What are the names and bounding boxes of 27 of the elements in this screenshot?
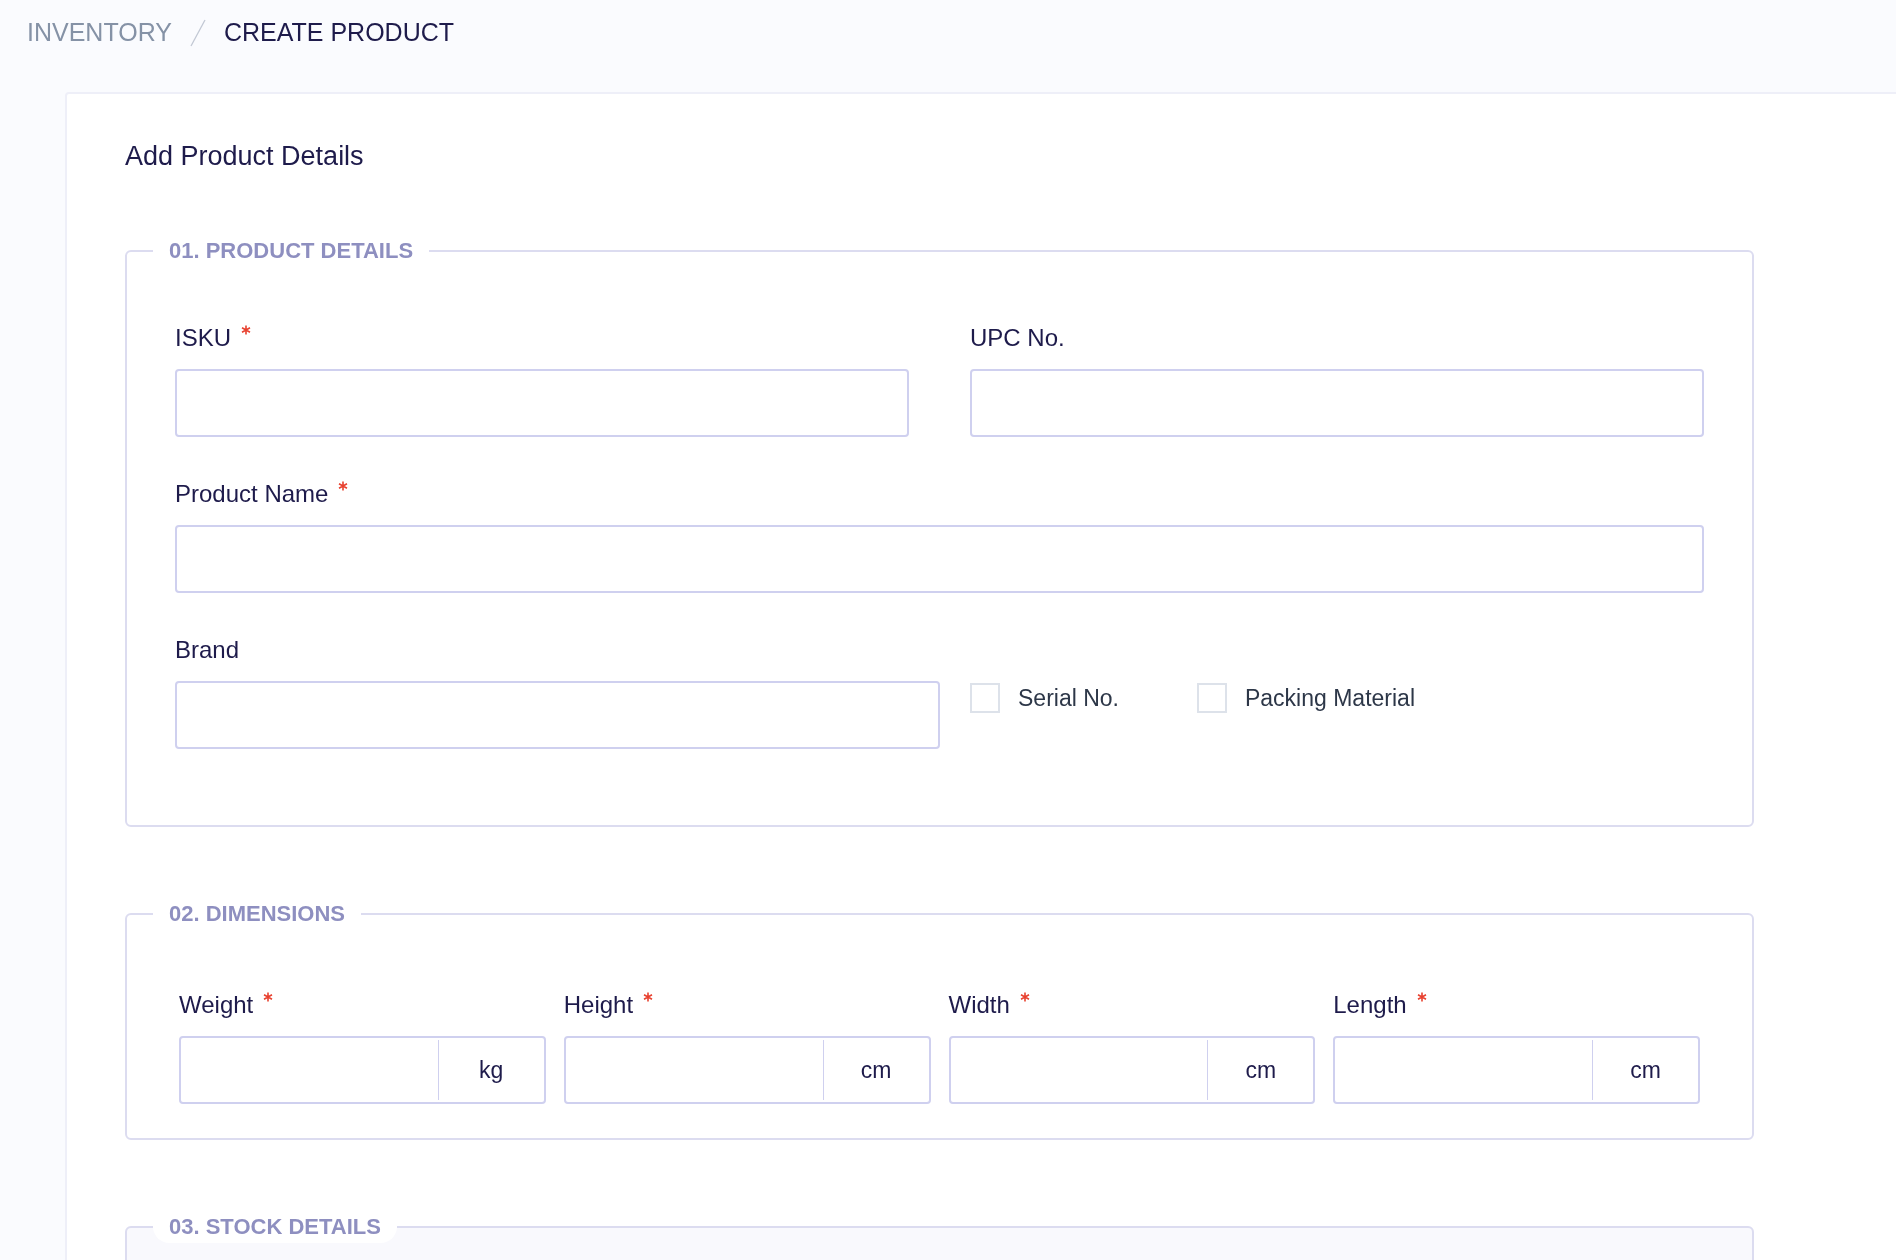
field-label: Width [948,990,1010,1020]
unit-label: kg [479,1055,504,1085]
breadcrumb-link[interactable]: CREATE PRODUCT [223,14,455,52]
field-label: Product Name [175,479,329,509]
checkbox-label: Packing Material [1245,684,1415,713]
text-field[interactable] [175,525,1704,593]
field-label: UPC No. [970,323,1065,353]
unit-label: cm [1630,1055,1661,1085]
card-title: Add Product Details [125,140,365,173]
field-label: Length [1333,990,1407,1020]
breadcrumb-separator-icon [189,19,206,47]
field-label: Height [563,990,634,1020]
field-label: Brand [175,635,240,665]
text-field[interactable] [175,369,909,437]
field-label: Weight [179,990,254,1020]
checkbox[interactable] [970,683,1000,714]
field-label: ISKU [175,323,231,353]
unit-input-field[interactable]: kg [179,1036,546,1104]
checkbox-label: Serial No. [1018,684,1119,713]
unit-label: cm [1245,1055,1277,1085]
unit-label: cm [860,1055,892,1085]
text-field[interactable] [970,369,1704,437]
unit-input-field[interactable]: cm [563,1036,931,1104]
unit-input-field[interactable]: cm [1333,1036,1700,1104]
checkbox[interactable] [1197,683,1227,714]
text-field[interactable] [175,681,940,749]
unit-input-field[interactable]: cm [948,1036,1316,1104]
